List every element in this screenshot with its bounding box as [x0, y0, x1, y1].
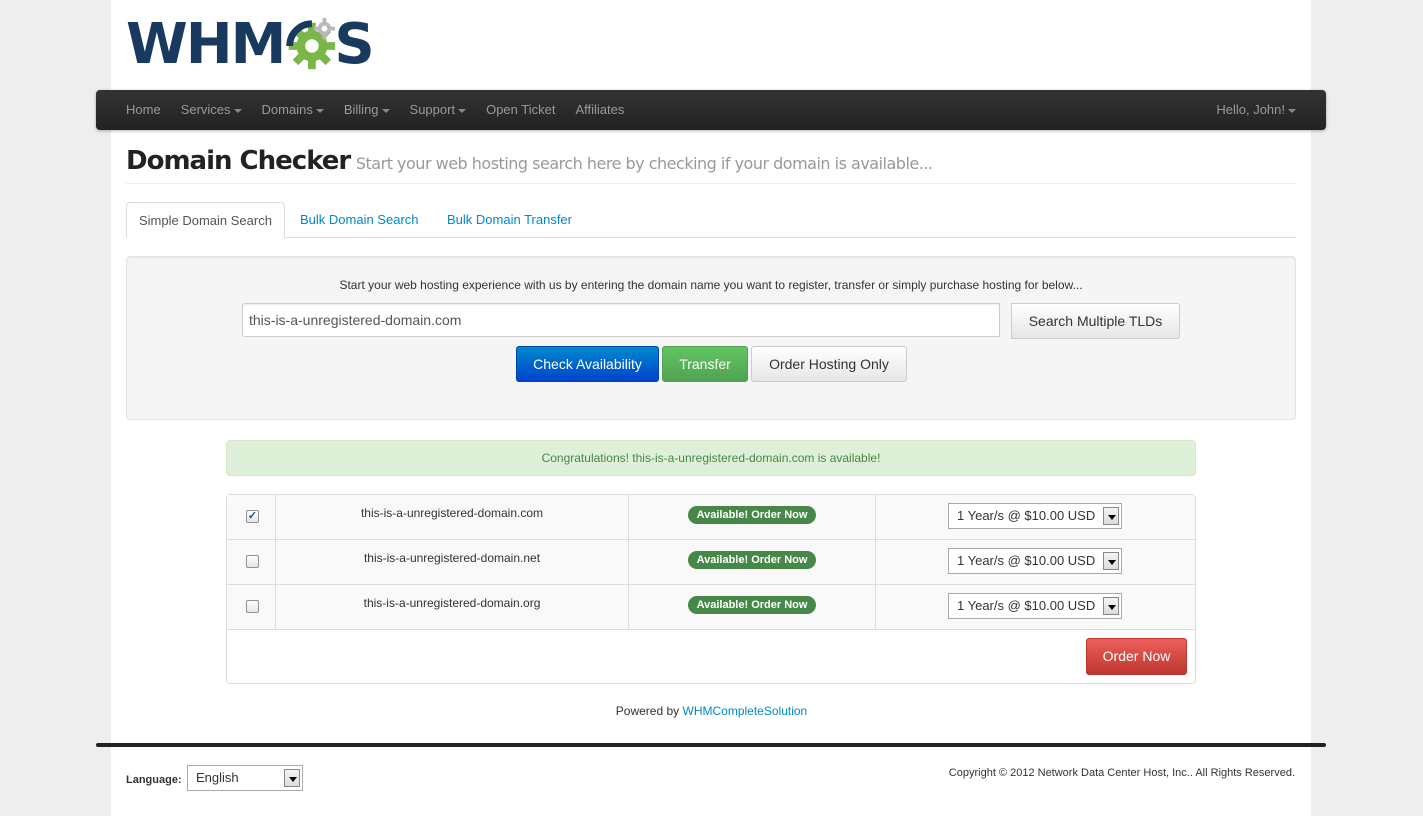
tab-simple-domain-search[interactable]: Simple Domain Search	[126, 202, 285, 238]
caret-down-icon	[315, 108, 324, 113]
registration-period-select[interactable]: 1 Year/s @ $10.00 USD	[948, 503, 1122, 529]
whmcs-link[interactable]: WHMCompleteSolution	[683, 704, 808, 718]
status-badge[interactable]: Available! Order Now	[687, 596, 817, 614]
user-menu[interactable]: Hello, John!	[1206, 90, 1306, 130]
status-cell: Available! Order Now	[629, 540, 876, 584]
table-row: this-is-a-unregistered-domain.org Availa…	[227, 585, 1195, 630]
order-hosting-only-button[interactable]: Order Hosting Only	[751, 346, 907, 382]
nav-services-label: Services	[180, 102, 231, 117]
powered-by: Powered by WHMCompleteSolution	[0, 704, 1423, 718]
select-cell	[227, 540, 276, 584]
caret-down-icon	[458, 108, 467, 113]
status-cell: Available! Order Now	[629, 585, 876, 629]
logo-text-right: S	[334, 12, 374, 77]
registration-period-value: 1 Year/s @ $10.00 USD	[957, 508, 1096, 523]
nav-domains[interactable]: Domains	[252, 90, 334, 130]
status-badge[interactable]: Available! Order Now	[687, 506, 817, 524]
page-title: Domain Checker	[126, 146, 351, 176]
nav-domains-label: Domains	[261, 102, 313, 117]
dropdown-arrow-icon[interactable]	[284, 769, 300, 787]
page-header: Domain Checker Start your web hosting se…	[126, 142, 1296, 184]
caret-down-icon	[381, 108, 390, 113]
nav-services[interactable]: Services	[171, 90, 252, 130]
domain-checkbox[interactable]: ✓	[246, 510, 259, 523]
language-label: Language:	[126, 774, 182, 786]
page-subtitle: Start your web hosting search here by ch…	[355, 154, 933, 173]
dropdown-arrow-icon[interactable]	[1103, 552, 1119, 570]
domain-search-panel: Start your web hosting experience with u…	[126, 256, 1296, 420]
search-intro-text: Start your web hosting experience with u…	[339, 278, 1083, 292]
search-multiple-tlds-button[interactable]: Search Multiple TLDs	[1011, 303, 1180, 339]
period-cell: 1 Year/s @ $10.00 USD	[876, 540, 1195, 584]
nav-support-label: Support	[409, 102, 456, 117]
nav-billing[interactable]: Billing	[334, 90, 400, 130]
powered-by-text: Powered by	[615, 704, 680, 718]
caret-down-icon	[1288, 108, 1296, 113]
domain-checkbox[interactable]	[246, 600, 259, 613]
table-row: ✓ this-is-a-unregistered-domain.com Avai…	[227, 495, 1195, 540]
language-value: English	[196, 770, 239, 785]
registration-period-select[interactable]: 1 Year/s @ $10.00 USD	[948, 548, 1122, 574]
nav-menu: Home Services Domains Billing Support Op…	[116, 90, 634, 130]
nav-home[interactable]: Home	[116, 90, 171, 130]
nav-support[interactable]: Support	[400, 90, 477, 130]
domain-name: this-is-a-unregistered-domain.net	[276, 540, 629, 584]
tab-bulk-domain-search[interactable]: Bulk Domain Search	[288, 202, 431, 237]
status-cell: Available! Order Now	[629, 495, 876, 539]
nav-open-ticket-label: Open Ticket	[486, 102, 556, 117]
check-availability-button[interactable]: Check Availability	[516, 346, 659, 382]
period-cell: 1 Year/s @ $10.00 USD	[876, 585, 1195, 629]
domain-checkbox[interactable]	[246, 555, 259, 568]
nav-home-label: Home	[126, 102, 161, 117]
status-badge[interactable]: Available! Order Now	[687, 551, 817, 569]
availability-alert: Congratulations! this-is-a-unregistered-…	[226, 440, 1196, 476]
main-navbar: Home Services Domains Billing Support Op…	[96, 90, 1326, 130]
user-greeting[interactable]: Hello, John!	[1206, 90, 1306, 130]
logo-text-left: WHM	[126, 12, 286, 77]
user-greeting-label: Hello, John!	[1216, 102, 1285, 117]
order-now-button[interactable]: Order Now	[1086, 638, 1187, 675]
nav-open-ticket[interactable]: Open Ticket	[476, 90, 565, 130]
domain-name: this-is-a-unregistered-domain.com	[276, 495, 629, 539]
gear-icon	[286, 17, 336, 70]
language-select[interactable]: English	[187, 765, 303, 791]
search-tabs: Simple Domain Search Bulk Domain Search …	[126, 202, 1296, 238]
results-table: ✓ this-is-a-unregistered-domain.com Avai…	[226, 494, 1196, 684]
transfer-button[interactable]: Transfer	[662, 346, 748, 382]
registration-period-value: 1 Year/s @ $10.00 USD	[957, 553, 1096, 568]
dropdown-arrow-icon[interactable]	[1103, 507, 1119, 525]
caret-down-icon	[233, 108, 242, 113]
domain-name: this-is-a-unregistered-domain.org	[276, 585, 629, 629]
whmcs-logo[interactable]: WHM S	[126, 12, 375, 77]
domain-input[interactable]	[242, 303, 1000, 337]
select-cell	[227, 585, 276, 629]
footer-divider	[96, 743, 1326, 747]
nav-billing-label: Billing	[343, 102, 379, 117]
nav-affiliates-label: Affiliates	[575, 102, 625, 117]
registration-period-value: 1 Year/s @ $10.00 USD	[957, 598, 1096, 613]
table-row: this-is-a-unregistered-domain.net Availa…	[227, 540, 1195, 585]
nav-affiliates[interactable]: Affiliates	[565, 90, 634, 130]
tab-bulk-domain-transfer[interactable]: Bulk Domain Transfer	[435, 202, 584, 237]
copyright-text: Copyright © 2012 Network Data Center Hos…	[948, 767, 1295, 779]
select-cell: ✓	[227, 495, 276, 539]
dropdown-arrow-icon[interactable]	[1103, 597, 1119, 615]
period-cell: 1 Year/s @ $10.00 USD	[876, 495, 1195, 539]
registration-period-select[interactable]: 1 Year/s @ $10.00 USD	[948, 593, 1122, 619]
